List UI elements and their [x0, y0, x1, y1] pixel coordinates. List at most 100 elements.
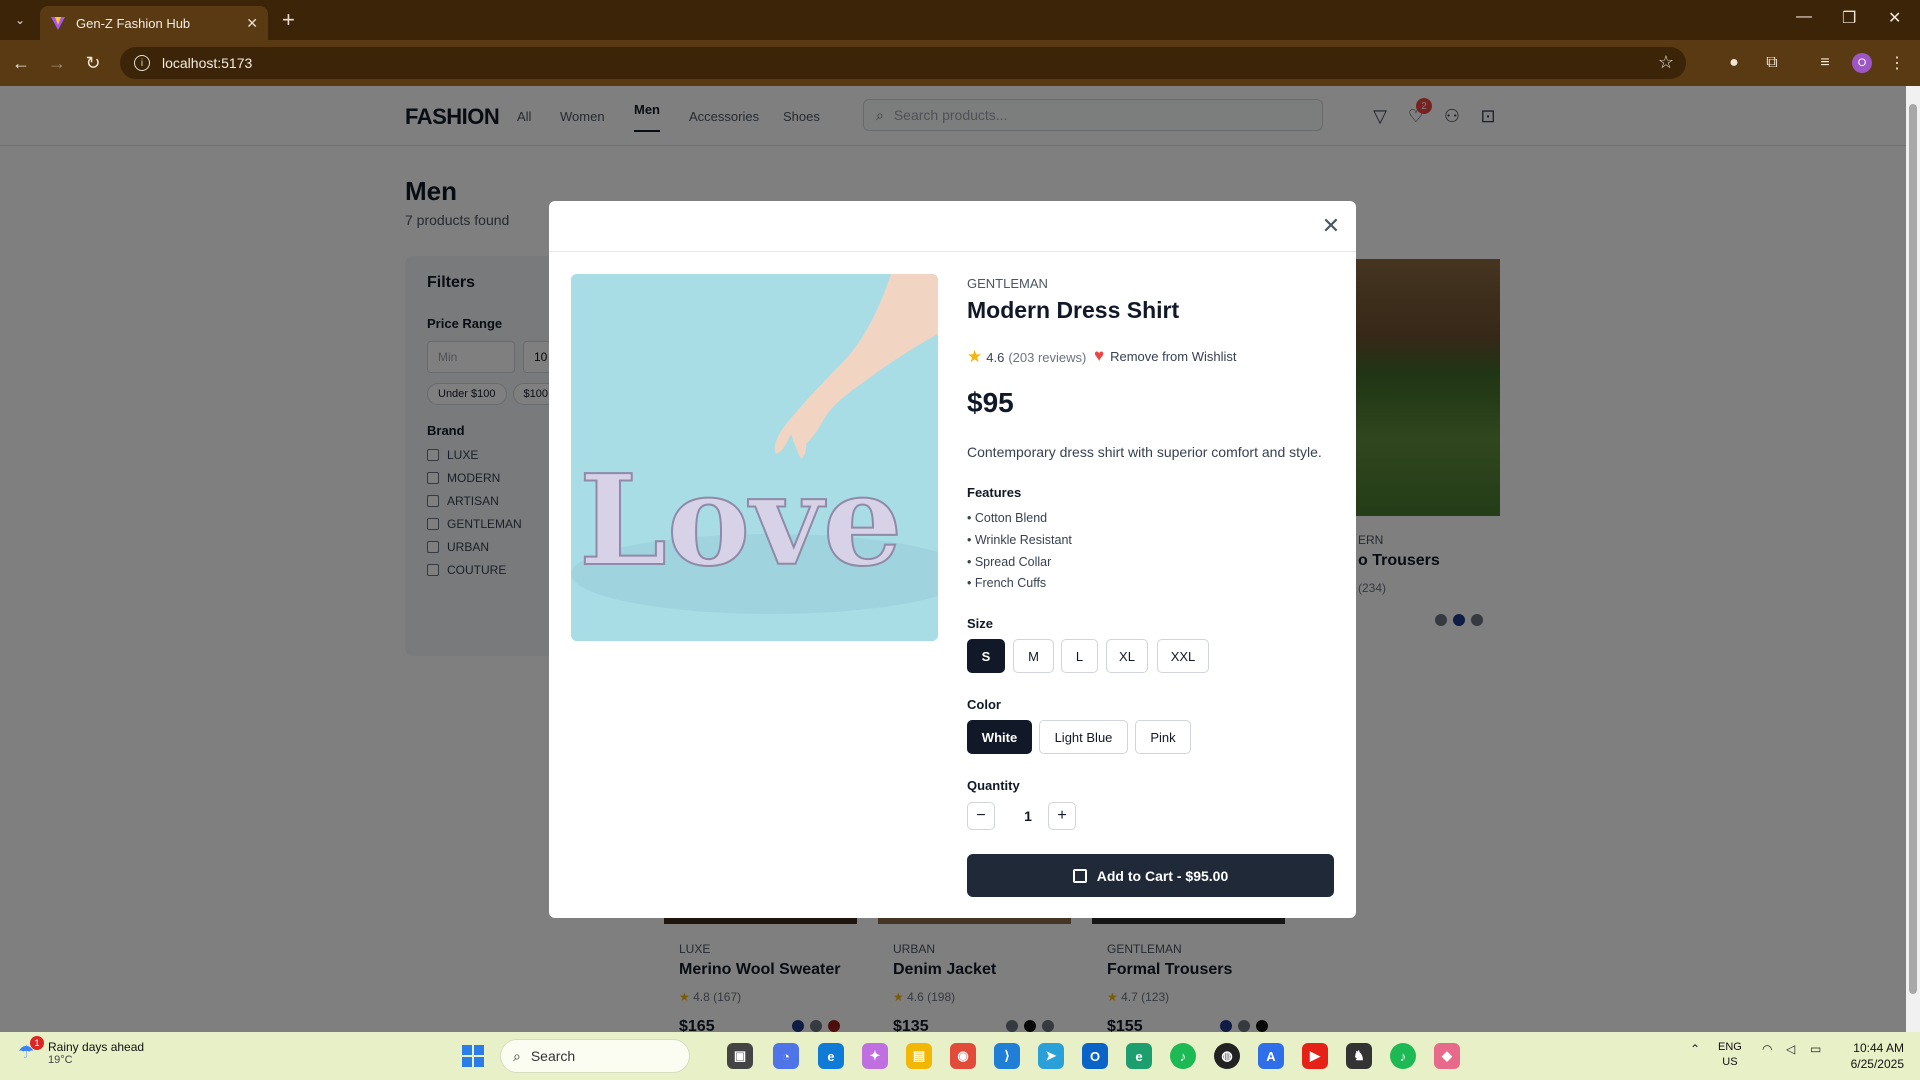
- quantity-increment-button[interactable]: +: [1048, 802, 1076, 830]
- size-option-xxl[interactable]: XXL: [1157, 639, 1209, 673]
- wishlist-label: Remove from Wishlist: [1110, 348, 1237, 364]
- modal-product-title: Modern Dress Shirt: [967, 297, 1180, 323]
- taskbar-search-label: Search: [530, 1048, 576, 1064]
- youtube-icon[interactable]: ▶: [1302, 1043, 1328, 1069]
- tab-search-icon[interactable]: ⌄: [8, 8, 32, 32]
- lang-line2: US: [1722, 1056, 1738, 1068]
- profile-avatar[interactable]: O: [1852, 53, 1872, 73]
- copilot-icon[interactable]: ✦: [862, 1043, 888, 1069]
- color-option-pink[interactable]: Pink: [1135, 720, 1191, 754]
- shopping-bag-icon: [1072, 868, 1087, 883]
- modal-description: Contemporary dress shirt with superior c…: [967, 444, 1322, 460]
- features-heading: Features: [967, 485, 1022, 500]
- media-queue-icon[interactable]: ≡: [1814, 52, 1836, 74]
- browser-toolbar: ← → ↻ i localhost:5173 ☆ ● ⧉ ≡ O ⋮: [0, 40, 1920, 86]
- size-option-s[interactable]: S: [967, 639, 1005, 673]
- weather-badge: 1: [30, 1036, 44, 1050]
- browser-tab[interactable]: Gen-Z Fashion Hub ✕: [40, 6, 268, 40]
- new-tab-icon[interactable]: +: [282, 8, 295, 32]
- product-quickview-modal: ✕ Love GENTLEMAN Modern Dress Shirt ★ 4.…: [549, 201, 1356, 918]
- outlook-icon[interactable]: O: [1082, 1043, 1108, 1069]
- bookmark-star-icon[interactable]: ☆: [1658, 52, 1674, 73]
- chrome-icon[interactable]: ◉: [950, 1043, 976, 1069]
- clock-time: 10:44 AM: [1853, 1041, 1904, 1055]
- scroll-thumb[interactable]: [1909, 104, 1917, 994]
- image-text: Love: [579, 448, 902, 594]
- review-count: (203 reviews): [1008, 349, 1087, 365]
- star-icon: ★: [967, 347, 983, 366]
- weather-icon: ☂ 1: [18, 1036, 44, 1064]
- forward-icon[interactable]: →: [44, 50, 70, 76]
- vscode-icon[interactable]: ⟩: [994, 1043, 1020, 1069]
- taskbar-search[interactable]: ⌕ Search: [500, 1039, 690, 1073]
- tray-overflow-icon[interactable]: ⌃: [1690, 1042, 1700, 1056]
- heart-filled-icon: ♥: [1094, 346, 1105, 365]
- color-option-white[interactable]: White: [967, 720, 1032, 754]
- love-letters-image: Love: [571, 274, 938, 641]
- feature-item: • Wrinkle Resistant: [967, 533, 1072, 547]
- feature-item: • Cotton Blend: [967, 511, 1048, 525]
- weather-temp: 19°C: [48, 1054, 73, 1066]
- size-label: Size: [967, 616, 994, 631]
- search-icon: ⌕: [513, 1047, 521, 1064]
- add-to-cart-button[interactable]: Add to Cart - $95.00: [967, 854, 1334, 897]
- browser-titlebar: ⌄ Gen-Z Fashion Hub ✕ + — ❐ ✕: [0, 0, 1920, 40]
- product-image: Love: [571, 274, 938, 641]
- size-option-xl[interactable]: XL: [1106, 639, 1148, 673]
- battery-icon[interactable]: ▭: [1810, 1042, 1821, 1056]
- browser-menu-icon[interactable]: ⋮: [1886, 52, 1908, 74]
- windows-start-icon[interactable]: [462, 1045, 484, 1067]
- restore-icon[interactable]: ❐: [1842, 8, 1856, 28]
- extension-g-icon[interactable]: ●: [1723, 52, 1745, 74]
- app-launcher-icon[interactable]: ◆: [1434, 1043, 1460, 1069]
- file-explorer-icon[interactable]: ▤: [906, 1043, 932, 1069]
- page-scrollbar[interactable]: [1906, 86, 1920, 1032]
- windows-taskbar: ☂ 1 Rainy days ahead 19°C ⌕ Search ▣ ◔ e …: [0, 1032, 1920, 1080]
- tab-title: Gen-Z Fashion Hub: [76, 15, 191, 31]
- wifi-icon[interactable]: ◠: [1762, 1042, 1772, 1056]
- feature-item: • Spread Collar: [967, 555, 1052, 569]
- volume-icon[interactable]: ◁: [1786, 1042, 1795, 1056]
- modal-brand: GENTLEMAN: [967, 276, 1048, 291]
- rating-value: 4.6: [986, 349, 1005, 365]
- address-bar[interactable]: i localhost:5173 ☆: [120, 47, 1686, 79]
- url-text: localhost:5173: [162, 55, 253, 71]
- unity-icon[interactable]: ♞: [1346, 1043, 1372, 1069]
- vite-favicon-icon: [51, 17, 65, 30]
- site-info-icon[interactable]: i: [134, 55, 150, 71]
- close-window-icon[interactable]: ✕: [1888, 8, 1901, 28]
- extensions-puzzle-icon[interactable]: ⧉: [1761, 52, 1783, 74]
- edge-dev-icon[interactable]: e: [1126, 1043, 1152, 1069]
- translate-icon[interactable]: A: [1258, 1043, 1284, 1069]
- github-icon[interactable]: ◍: [1214, 1043, 1240, 1069]
- size-option-m[interactable]: M: [1013, 639, 1054, 673]
- add-to-cart-label: Add to Cart - $95.00: [1096, 867, 1229, 884]
- spotify-alt-icon[interactable]: ♪: [1390, 1043, 1416, 1069]
- modal-price: $95: [967, 387, 1014, 418]
- widget-app-icon[interactable]: ◔: [773, 1043, 799, 1069]
- quantity-value: 1: [1024, 808, 1032, 824]
- weather-title: Rainy days ahead: [48, 1040, 145, 1054]
- language-indicator[interactable]: ENG US: [1718, 1040, 1742, 1070]
- color-label: Color: [967, 697, 1001, 712]
- back-icon[interactable]: ←: [8, 50, 34, 76]
- task-view-icon[interactable]: ▣: [727, 1043, 753, 1069]
- edge-icon[interactable]: e: [818, 1043, 844, 1069]
- spotify-icon[interactable]: ♪: [1170, 1043, 1196, 1069]
- modal-rating: ★ 4.6 (203 reviews): [967, 347, 1086, 367]
- weather-widget[interactable]: ☂ 1 Rainy days ahead 19°C: [18, 1036, 145, 1066]
- size-option-l[interactable]: L: [1061, 639, 1098, 673]
- quantity-label: Quantity: [967, 778, 1020, 793]
- telegram-icon[interactable]: ➤: [1038, 1043, 1064, 1069]
- modal-header: ✕: [549, 201, 1356, 252]
- quantity-decrement-button[interactable]: −: [967, 802, 995, 830]
- feature-item: • French Cuffs: [967, 576, 1047, 590]
- remove-from-wishlist-button[interactable]: ♥ Remove from Wishlist: [1094, 346, 1237, 366]
- tab-close-icon[interactable]: ✕: [246, 15, 258, 32]
- modal-close-icon[interactable]: ✕: [1319, 213, 1343, 238]
- color-option-light-blue[interactable]: Light Blue: [1039, 720, 1128, 754]
- lang-line1: ENG: [1718, 1041, 1742, 1053]
- reload-icon[interactable]: ↻: [80, 50, 106, 76]
- minimize-icon[interactable]: —: [1796, 8, 1812, 26]
- system-clock[interactable]: 10:44 AM 6/25/2025: [1838, 1040, 1904, 1072]
